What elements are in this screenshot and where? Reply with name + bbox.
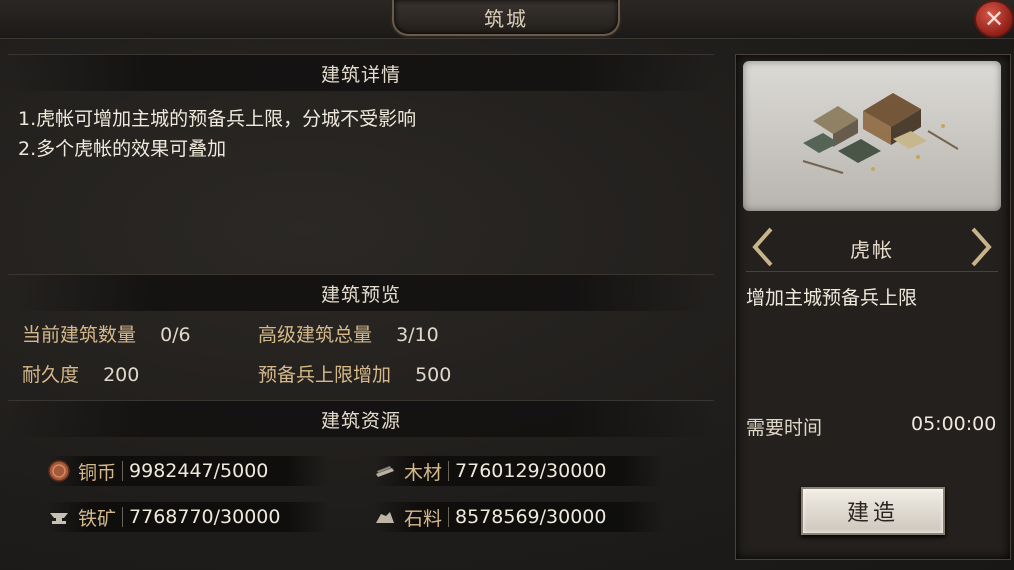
chevron-right-icon: [971, 227, 992, 267]
resource-value: 7768770/30000: [129, 506, 281, 528]
advanced-total-value: 3/10: [396, 324, 439, 346]
resource-name: 铜币: [78, 461, 117, 484]
reserve-label: 预备兵上限增加: [258, 364, 392, 386]
copper-coin-icon: [48, 460, 70, 482]
durability-row: 耐久度 200: [22, 360, 139, 387]
wood-icon: [376, 466, 394, 477]
iron-anvil-icon: [50, 513, 68, 524]
next-building-button[interactable]: [966, 225, 996, 269]
resource-name: 木材: [404, 461, 443, 484]
resource-stone: 石料 8578569/30000: [374, 502, 664, 532]
resource-iron: 铁矿 7768770/30000: [48, 502, 328, 532]
window-title: 筑城: [484, 6, 528, 31]
resource-wood: 木材 7760129/30000: [374, 456, 664, 486]
current-count-label: 当前建筑数量: [22, 324, 137, 346]
time-value: 05:00:00: [911, 413, 997, 435]
left-panel: 建筑详情 1.虎帐可增加主城的预备兵上限，分城不受影响 2.多个虎帐的效果可叠加…: [8, 54, 714, 554]
close-button[interactable]: ✕: [974, 0, 1014, 38]
preview-title: 建筑预览: [320, 283, 401, 306]
resource-name: 石料: [404, 507, 443, 530]
detail-line-2: 2.多个虎帐的效果可叠加: [18, 138, 227, 160]
current-count-row: 当前建筑数量 0/6: [22, 320, 191, 347]
building-info-panel: 虎帐 增加主城预备兵上限 需要时间 05:00:00 建造: [735, 54, 1011, 560]
stone-icon: [376, 512, 394, 523]
durability-label: 耐久度: [22, 364, 80, 386]
building-name-bar: 虎帐: [746, 225, 998, 272]
preview-header: 建筑预览: [8, 274, 714, 311]
reserve-value: 500: [415, 364, 452, 386]
reserve-row: 预备兵上限增加 500: [258, 360, 451, 387]
resources-header: 建筑资源: [8, 400, 714, 437]
build-button[interactable]: 建造: [801, 487, 945, 535]
detail-line-1: 1.虎帐可增加主城的预备兵上限，分城不受影响: [18, 108, 417, 130]
camp-illustration: [802, 93, 959, 174]
building-description: 增加主城预备兵上限: [746, 287, 918, 309]
resource-value: 8578569/30000: [455, 506, 607, 528]
details-title: 建筑详情: [320, 63, 401, 86]
building-image: [743, 61, 1001, 211]
resource-name: 铁矿: [78, 507, 117, 530]
time-label: 需要时间: [746, 417, 823, 439]
advanced-total-label: 高级建筑总量: [258, 324, 373, 346]
separator: [448, 461, 450, 481]
resource-value: 7760129/30000: [455, 460, 607, 482]
close-icon: ✕: [983, 5, 1005, 33]
building-name: 虎帐: [850, 237, 894, 262]
details-header: 建筑详情: [8, 54, 714, 91]
durability-value: 200: [103, 364, 140, 386]
separator: [448, 507, 450, 527]
build-button-label: 建造: [846, 501, 899, 526]
top-bar: 筑城 ✕: [0, 0, 1014, 39]
resource-copper: 铜币 9982447/5000: [48, 456, 328, 486]
current-count-value: 0/6: [160, 324, 191, 346]
separator: [122, 507, 124, 527]
resource-value: 9982447/5000: [129, 460, 269, 482]
separator: [122, 461, 124, 481]
resources-title: 建筑资源: [320, 409, 401, 432]
advanced-total-row: 高级建筑总量 3/10: [258, 320, 439, 347]
title-plate: 筑城: [392, 0, 620, 36]
